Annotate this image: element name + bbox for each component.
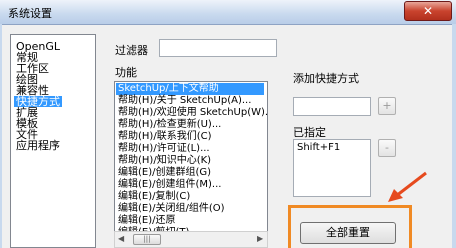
function-label: 功能 bbox=[115, 66, 137, 79]
category-item[interactable]: 应用程序 bbox=[16, 140, 60, 151]
function-item[interactable]: 编辑(E)/创建组件(M)... bbox=[118, 179, 221, 191]
function-list-hscrollbar[interactable]: ◀ ||| ▶ bbox=[114, 231, 268, 248]
category-list[interactable]: OpenGL 常规 工作区 绘图 兼容性 快捷方式 扩展 模板 文件 应用程序 bbox=[10, 34, 96, 248]
window-frame-right bbox=[452, 24, 456, 248]
title-bar: 系统设置 ✕ bbox=[0, 0, 456, 25]
function-item[interactable]: 帮助(H)/知识中心(K) bbox=[118, 155, 211, 167]
assigned-label: 已指定 bbox=[293, 126, 326, 139]
scroll-left-icon[interactable]: ◀ bbox=[118, 234, 124, 243]
function-item[interactable]: 帮助(H)/许可证(L)... bbox=[118, 143, 210, 155]
filter-input[interactable] bbox=[159, 39, 277, 57]
filter-label: 过滤器 bbox=[115, 44, 148, 57]
function-item[interactable]: 帮助(H)/关于 SketchUp(A)... bbox=[118, 95, 251, 107]
function-item[interactable]: 帮助(H)/联系我们(C) bbox=[118, 131, 211, 143]
function-item[interactable]: 帮助(H)/检查更新(U)... bbox=[118, 119, 221, 131]
assigned-shortcut-list[interactable]: Shift+F1 bbox=[293, 139, 371, 197]
add-shortcut-label: 添加快捷方式 bbox=[293, 72, 359, 85]
add-shortcut-button[interactable]: + bbox=[378, 97, 396, 115]
add-shortcut-input[interactable] bbox=[293, 97, 371, 116]
scrollbar-thumb[interactable]: ||| bbox=[133, 234, 161, 245]
function-item[interactable]: 编辑(E)/复制(C) bbox=[118, 191, 190, 203]
function-item[interactable]: 编辑(E)/创建群组(G) bbox=[118, 167, 211, 179]
function-item-selected[interactable]: SketchUp/上下文帮助 bbox=[116, 83, 264, 95]
remove-shortcut-button[interactable]: - bbox=[378, 139, 396, 157]
close-button[interactable]: ✕ bbox=[404, 1, 452, 21]
assigned-shortcut-item[interactable]: Shift+F1 bbox=[297, 142, 340, 153]
function-item[interactable]: 编辑(E)/还原 bbox=[118, 215, 176, 227]
scroll-right-icon[interactable]: ▶ bbox=[257, 234, 263, 243]
reset-all-button[interactable]: 全部重置 bbox=[300, 222, 396, 244]
window-frame-left bbox=[0, 24, 2, 248]
window-title: 系统设置 bbox=[8, 7, 52, 20]
function-item[interactable]: 帮助(H)/欢迎使用 SketchUp(W)... bbox=[118, 107, 267, 119]
highlight-arrow-icon bbox=[388, 171, 427, 202]
function-item[interactable]: 编辑(E)/关闭组/组件(O) bbox=[118, 203, 225, 215]
function-list[interactable]: SketchUp/上下文帮助 帮助(H)/关于 SketchUp(A)... 帮… bbox=[114, 81, 268, 248]
